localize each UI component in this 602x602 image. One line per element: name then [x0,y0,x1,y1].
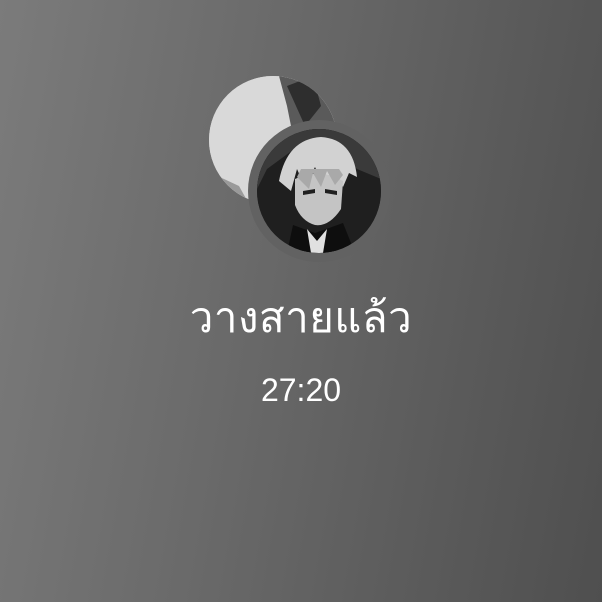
ended-call-screen: วางสายแล้ว 27:20 [0,0,602,602]
participant-avatars [205,70,405,262]
call-duration: 27:20 [260,372,342,408]
primary-participant-avatar-icon [257,129,381,253]
call-ended-status: วางสายแล้ว [189,293,413,342]
primary-participant-avatar [257,129,381,253]
